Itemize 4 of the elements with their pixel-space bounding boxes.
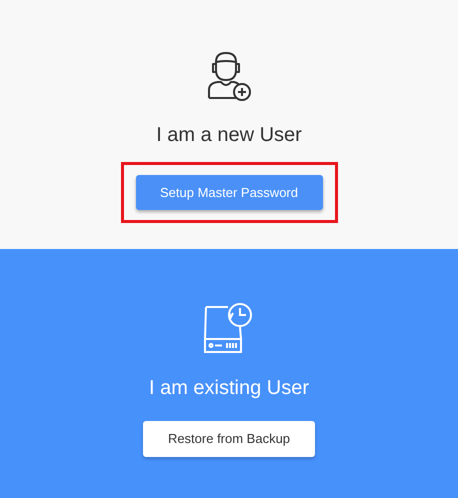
- new-user-heading: I am a new User: [156, 123, 302, 148]
- restore-button[interactable]: Restore from Backup: [143, 421, 315, 457]
- user-add-icon: [206, 50, 252, 102]
- existing-user-heading: I am existing User: [148, 376, 310, 401]
